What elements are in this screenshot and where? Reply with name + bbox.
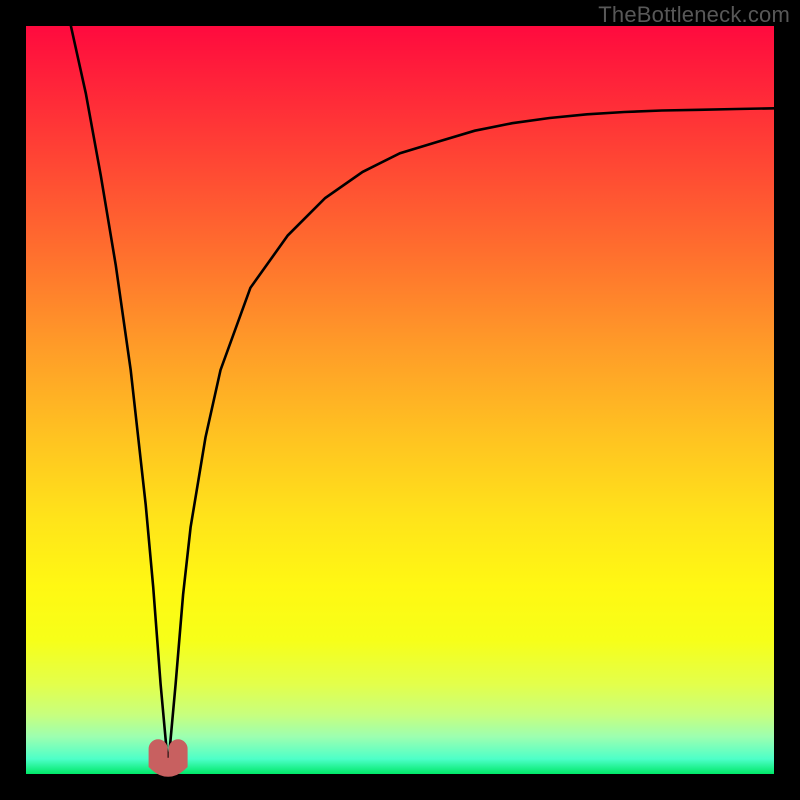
minimum-marker: [158, 749, 178, 768]
chart-svg: [26, 26, 774, 774]
bottleneck-curve: [71, 26, 774, 767]
watermark-text: TheBottleneck.com: [598, 2, 790, 28]
chart-plot-area: [26, 26, 774, 774]
chart-frame: TheBottleneck.com: [0, 0, 800, 800]
